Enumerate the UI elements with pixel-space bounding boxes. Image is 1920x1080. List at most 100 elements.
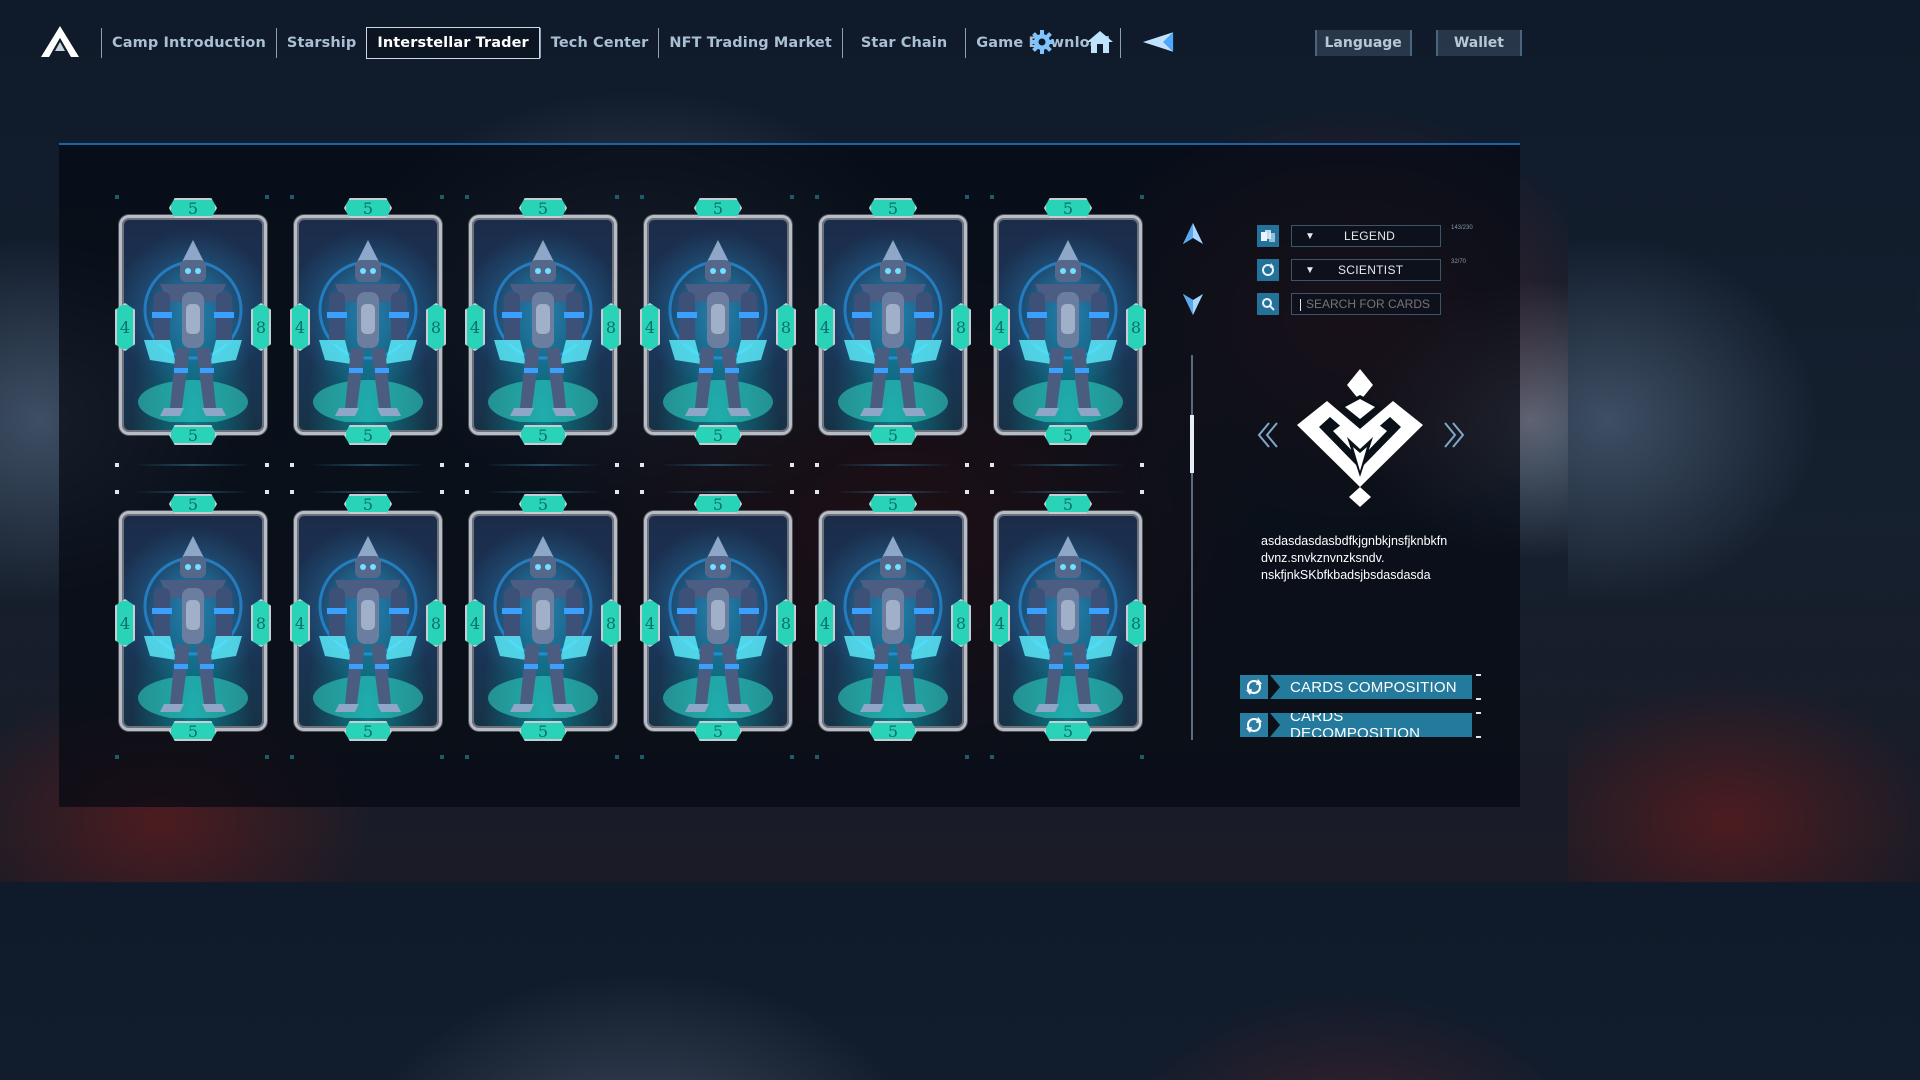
refresh-icon bbox=[1240, 675, 1268, 699]
robot-artwork bbox=[138, 240, 248, 422]
robot-artwork bbox=[1013, 240, 1123, 422]
robot-card[interactable] bbox=[994, 215, 1142, 435]
robot-card[interactable] bbox=[469, 215, 617, 435]
decor-dot bbox=[790, 755, 794, 759]
card-slot: 5 5 4 8 bbox=[990, 195, 1146, 445]
robot-artwork bbox=[488, 240, 598, 422]
decor-dot bbox=[990, 195, 994, 199]
decor-dot bbox=[290, 195, 294, 199]
decor-dot bbox=[790, 195, 794, 199]
card-stat-right: 8 bbox=[251, 303, 271, 351]
decor-dot bbox=[615, 195, 619, 199]
gear-icon[interactable] bbox=[1026, 28, 1058, 56]
row-separator bbox=[815, 463, 971, 469]
decor-dot bbox=[265, 490, 269, 494]
robot-card[interactable] bbox=[119, 511, 267, 731]
decor-line bbox=[835, 464, 951, 466]
card-stat-bottom: 5 bbox=[694, 425, 742, 445]
decor-line bbox=[1010, 491, 1126, 493]
nav-nft-trading-market[interactable]: NFT Trading Market bbox=[658, 28, 842, 58]
rarity-dropdown-label: LEGEND bbox=[1344, 229, 1396, 243]
next-arrow-icon[interactable] bbox=[1443, 421, 1465, 449]
card-stat-left: 4 bbox=[290, 303, 310, 351]
card-stat-bottom: 5 bbox=[869, 721, 917, 741]
decor-tick bbox=[1476, 712, 1481, 714]
robot-card[interactable] bbox=[994, 511, 1142, 731]
robot-card[interactable] bbox=[119, 215, 267, 435]
robot-card[interactable] bbox=[644, 215, 792, 435]
robot-card[interactable] bbox=[294, 215, 442, 435]
language-button[interactable]: Language bbox=[1314, 30, 1412, 56]
card-stat-bottom: 5 bbox=[169, 721, 217, 741]
decor-dot bbox=[1140, 463, 1144, 467]
robot-card[interactable] bbox=[819, 215, 967, 435]
scroll-up-icon[interactable] bbox=[1181, 222, 1205, 246]
card-stat-right: 8 bbox=[1126, 303, 1146, 351]
card-stat-bottom: 5 bbox=[694, 721, 742, 741]
card-stat-bottom: 5 bbox=[519, 425, 567, 445]
decor-line bbox=[485, 491, 601, 493]
rarity-dropdown[interactable]: ▼ LEGEND bbox=[1291, 225, 1441, 247]
decor-dot bbox=[440, 755, 444, 759]
scrollbar-track[interactable] bbox=[1191, 355, 1193, 740]
robot-card[interactable] bbox=[294, 511, 442, 731]
decor-dot bbox=[115, 490, 119, 494]
scrollbar-thumb[interactable] bbox=[1190, 415, 1194, 473]
decor-dot bbox=[640, 490, 644, 494]
nav-camp-introduction[interactable]: Camp Introduction bbox=[101, 28, 276, 58]
decor-dot bbox=[990, 755, 994, 759]
decor-tick bbox=[1476, 736, 1481, 738]
row-separator bbox=[290, 490, 446, 496]
robot-artwork bbox=[313, 240, 423, 422]
decor-line bbox=[310, 491, 426, 493]
card-stat-left: 4 bbox=[465, 303, 485, 351]
send-icon[interactable] bbox=[1142, 28, 1174, 56]
decor-line bbox=[310, 464, 426, 466]
decor-dot bbox=[265, 755, 269, 759]
card-stat-right: 8 bbox=[776, 303, 796, 351]
scroll-down-icon[interactable] bbox=[1181, 292, 1205, 316]
decor-dot bbox=[990, 490, 994, 494]
row-separator bbox=[640, 463, 796, 469]
robot-artwork bbox=[663, 240, 773, 422]
decor-dot bbox=[115, 463, 119, 467]
card-slot: 5 5 4 8 bbox=[115, 491, 271, 741]
robot-card[interactable] bbox=[644, 511, 792, 731]
profession-dropdown[interactable]: ▼ SCIENTIST bbox=[1291, 259, 1441, 281]
search-field[interactable] bbox=[1291, 293, 1441, 315]
decor-dot bbox=[815, 490, 819, 494]
nav-tech-center[interactable]: Tech Center bbox=[539, 28, 659, 58]
decor-dot bbox=[1140, 490, 1144, 494]
decor-dot bbox=[615, 463, 619, 467]
home-icon[interactable] bbox=[1084, 28, 1116, 56]
cards-decomposition-button[interactable]: CARDS DECOMPOSITION bbox=[1240, 712, 1481, 738]
card-stat-bottom: 5 bbox=[169, 425, 217, 445]
robot-card[interactable] bbox=[819, 511, 967, 731]
description-line: nskfjnkSKbfkbadsjbsdasdasda bbox=[1261, 568, 1431, 582]
cards-composition-button[interactable]: CARDS COMPOSITION bbox=[1240, 674, 1481, 700]
decor-dot bbox=[990, 463, 994, 467]
card-stat-left: 4 bbox=[815, 303, 835, 351]
previous-arrow-icon[interactable] bbox=[1257, 421, 1279, 449]
decor-dot bbox=[290, 490, 294, 494]
robot-card[interactable] bbox=[469, 511, 617, 731]
nav-star-chain[interactable]: Star Chain bbox=[841, 28, 965, 58]
card-slot: 5 5 4 8 bbox=[640, 491, 796, 741]
card-slot: 5 5 4 8 bbox=[640, 195, 796, 445]
wallet-button[interactable]: Wallet bbox=[1435, 30, 1522, 56]
decor-dot bbox=[265, 463, 269, 467]
chevron-down-icon: ▼ bbox=[1305, 230, 1315, 242]
logo-icon[interactable] bbox=[40, 24, 80, 58]
profession-count: 32/70 bbox=[1451, 259, 1467, 265]
card-stat-bottom: 5 bbox=[1044, 425, 1092, 445]
decor-line bbox=[1010, 464, 1126, 466]
refresh-icon bbox=[1257, 259, 1279, 281]
search-input[interactable] bbox=[1292, 294, 1440, 314]
nav-starship[interactable]: Starship bbox=[275, 28, 366, 58]
card-slot: 5 5 4 8 bbox=[290, 491, 446, 741]
card-slot: 5 5 4 8 bbox=[465, 195, 621, 445]
card-slot: 5 5 4 8 bbox=[290, 195, 446, 445]
nav-interstellar-trader[interactable]: Interstellar Trader bbox=[366, 27, 540, 59]
nav-icon-group bbox=[1026, 28, 1174, 56]
refresh-icon bbox=[1240, 713, 1268, 737]
